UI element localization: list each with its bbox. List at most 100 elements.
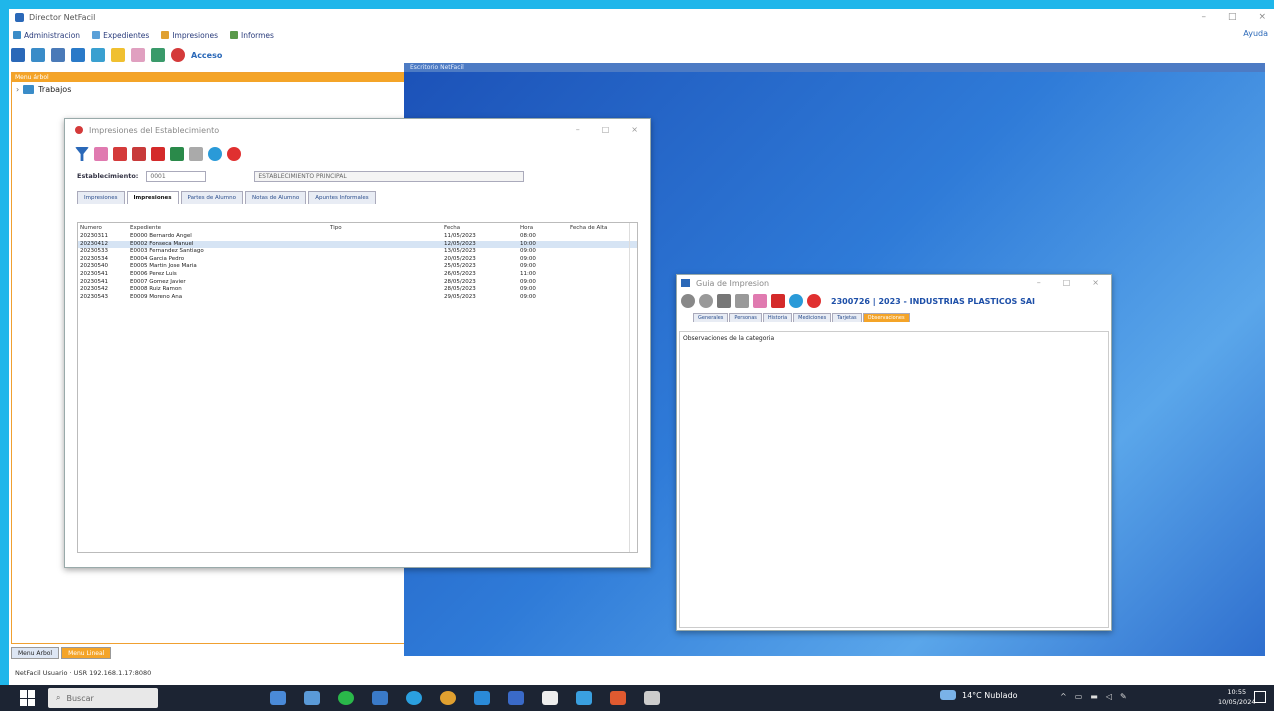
refresh-icon[interactable]	[151, 48, 165, 62]
taskbar: ⌕ Buscar 14°C Nublado ^ ▭ ▬ ◁ ✎ 10:55 10…	[0, 685, 1274, 711]
paint-icon[interactable]	[610, 691, 626, 705]
stop-icon[interactable]	[171, 48, 185, 62]
stop-icon[interactable]	[807, 294, 821, 308]
outlook-icon[interactable]	[474, 691, 490, 705]
taskbar-search[interactable]: ⌕ Buscar	[48, 688, 158, 708]
tab-notas-alumno[interactable]: Notas de Alumno	[244, 191, 307, 204]
edge-icon[interactable]	[406, 691, 422, 705]
cancel-icon[interactable]	[699, 294, 713, 308]
help-icon[interactable]	[789, 294, 803, 308]
tab-menu-lineal[interactable]: Menu Lineal	[61, 647, 112, 659]
col-expediente[interactable]: Expediente	[130, 223, 330, 233]
calendar-icon[interactable]	[71, 48, 85, 62]
chart-icon[interactable]	[91, 48, 105, 62]
volume-icon[interactable]: ◁	[1106, 692, 1112, 701]
table-row[interactable]: 20230541 E0007 Gomez Javier 28/05/2023 09:0…	[78, 279, 637, 287]
tab-observaciones[interactable]: Observaciones	[862, 313, 910, 322]
pen-icon[interactable]	[644, 691, 660, 705]
network-icon[interactable]: ▭	[1075, 692, 1083, 701]
dialog2-minimize-button[interactable]: –	[1037, 278, 1041, 287]
expand-icon[interactable]: ›	[16, 85, 19, 94]
print-icon	[161, 31, 170, 39]
notification-icon[interactable]	[1254, 691, 1266, 703]
acceso-button[interactable]: Acceso	[191, 51, 222, 60]
battery-icon[interactable]: ▬	[1090, 692, 1098, 701]
table-row[interactable]: 20230534 E0004 Garcia Pedro 20/05/2023 09:0…	[78, 256, 637, 264]
help-icon[interactable]	[208, 147, 222, 161]
list-icon[interactable]	[11, 48, 25, 62]
dialog2-close-button[interactable]: ×	[1092, 278, 1099, 287]
pdf-icon[interactable]	[771, 294, 785, 308]
col-fecha[interactable]: Fecha	[444, 223, 520, 233]
wand-icon[interactable]	[753, 294, 767, 308]
table-row[interactable]: 20230311 E0000 Bernardo Angel 11/05/2023 08…	[78, 233, 637, 241]
dialog-close-button[interactable]: ×	[631, 125, 638, 134]
tab-menu-arbol[interactable]: Menu Arbol	[11, 647, 60, 659]
store-icon[interactable]	[508, 691, 524, 705]
menu-ayuda[interactable]: Ayuda	[1243, 29, 1268, 38]
close-x-icon[interactable]	[189, 147, 203, 161]
col-fecha-alta[interactable]: Fecha de Alta	[570, 223, 630, 233]
taskbar-clock[interactable]: 10:55 10/05/2024	[1218, 687, 1255, 707]
export-icon[interactable]	[132, 147, 146, 161]
minimize-button[interactable]: –	[1201, 12, 1206, 22]
pdf-icon[interactable]	[151, 147, 165, 161]
tree-item-trabajos[interactable]: › Trabajos	[12, 82, 404, 97]
col-numero[interactable]: Numero	[78, 223, 130, 233]
establecimiento-code-field[interactable]: 0001	[146, 170, 207, 182]
pencil-icon[interactable]	[717, 294, 731, 308]
stop-icon[interactable]	[227, 147, 241, 161]
dialog-maximize-button[interactable]: □	[602, 125, 610, 134]
tab-impresiones-a[interactable]: Impresiones	[77, 191, 125, 204]
weather-widget[interactable]: 14°C Nublado	[940, 690, 1018, 700]
menu-informes[interactable]: Informes	[229, 31, 274, 40]
dialog-minimize-button[interactable]: –	[576, 125, 580, 134]
save-icon[interactable]	[681, 294, 695, 308]
menu-expedientes[interactable]: Expedientes	[92, 31, 149, 40]
star-icon[interactable]	[51, 48, 65, 62]
col-hora[interactable]: Hora	[520, 223, 570, 233]
app-icon[interactable]	[542, 691, 558, 705]
table-row[interactable]: 20230540 E0005 Martin Jose Maria 25/05/202…	[78, 263, 637, 271]
task-view-icon[interactable]	[270, 691, 286, 705]
menu-administracion[interactable]: Administracion	[13, 31, 80, 40]
table-scrollbar[interactable]	[629, 223, 637, 552]
col-tipo[interactable]: Tipo	[330, 223, 444, 233]
tab-partes-alumno[interactable]: Partes de Alumno	[180, 191, 243, 204]
netfacil-icon[interactable]	[576, 691, 592, 705]
tab-generales[interactable]: Generales	[693, 313, 729, 322]
folder-open-icon[interactable]	[111, 48, 125, 62]
filter-icon[interactable]	[75, 147, 89, 161]
tab-apuntes[interactable]: Apuntes Informales	[308, 191, 376, 204]
files-icon[interactable]	[304, 691, 320, 705]
tab-tarjetas[interactable]: Tarjetas	[832, 313, 862, 322]
tab-impresiones-b[interactable]: Impresiones	[126, 191, 179, 204]
table-cell: 28/05/2023	[444, 286, 476, 293]
menu-impresiones[interactable]: Impresiones	[161, 31, 218, 40]
word-icon[interactable]	[372, 691, 388, 705]
table-row[interactable]: 20230533 E0003 Fernandez Santiago 13/05/20…	[78, 248, 637, 256]
print-icon[interactable]	[113, 147, 127, 161]
excel-icon[interactable]	[170, 147, 184, 161]
tab-historia[interactable]: Historia	[762, 313, 793, 322]
table-row[interactable]: 20230542 E0008 Ruiz Ramon 28/05/2023 09:00	[78, 286, 637, 294]
tab-personas[interactable]: Personas	[729, 313, 762, 322]
user-icon[interactable]	[31, 48, 45, 62]
chrome-icon[interactable]	[440, 691, 456, 705]
wand-icon[interactable]	[94, 147, 108, 161]
table-row[interactable]: 20230412 E0002 Fonseca Manuel 12/05/2023 10…	[78, 240, 637, 249]
pen-tray-icon[interactable]: ✎	[1120, 692, 1127, 701]
tab-mediciones[interactable]: Mediciones	[793, 313, 832, 322]
observaciones-textarea[interactable]: Observaciones de la categoria	[679, 331, 1109, 628]
dialog2-maximize-button[interactable]: □	[1063, 278, 1071, 287]
chevron-up-icon[interactable]: ^	[1060, 692, 1067, 701]
windows-start-button[interactable]	[20, 690, 36, 706]
table-cell	[570, 279, 630, 287]
close-button[interactable]: ×	[1258, 12, 1266, 22]
table-row[interactable]: 20230541 E0006 Perez Luis 26/05/2023 11:00	[78, 271, 637, 279]
spotify-icon[interactable]	[338, 691, 354, 705]
maximize-button[interactable]: □	[1228, 12, 1237, 22]
pencil-icon[interactable]	[131, 48, 145, 62]
grid-icon[interactable]	[735, 294, 749, 308]
table-row[interactable]: 20230543 E0009 Moreno Ana 29/05/2023 09:00	[78, 294, 637, 302]
